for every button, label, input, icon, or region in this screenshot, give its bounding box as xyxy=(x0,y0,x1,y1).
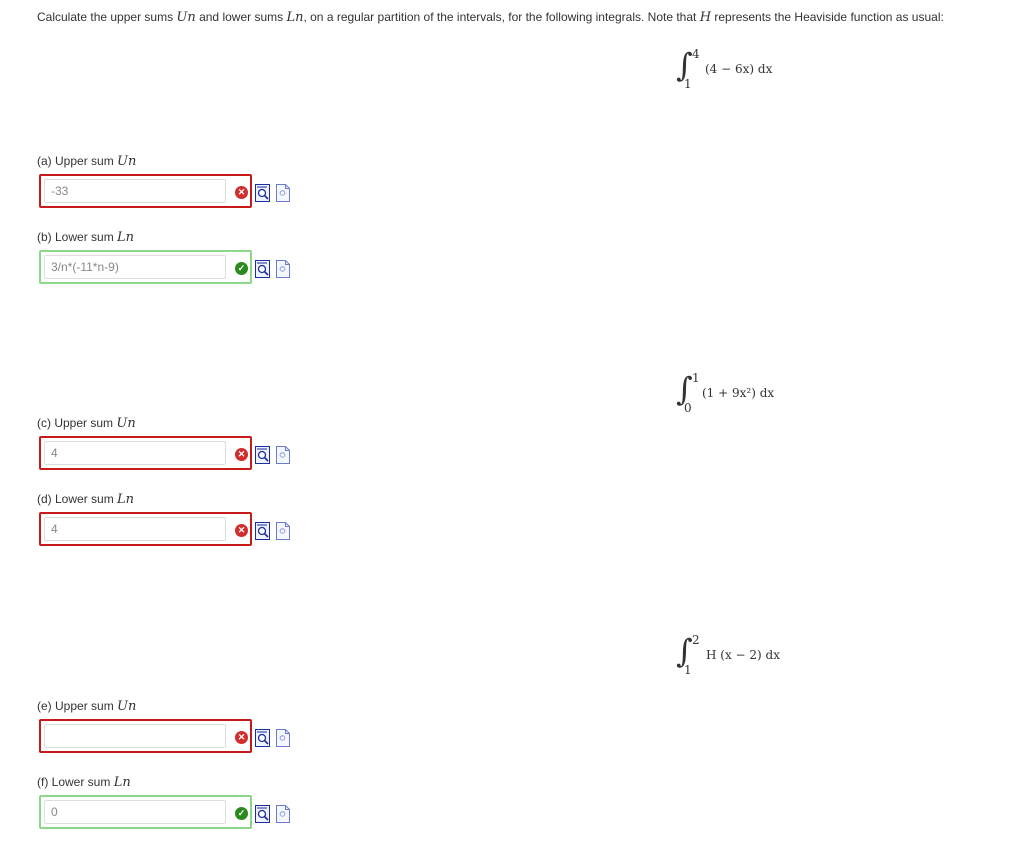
checkmark-icon: ✓ xyxy=(235,262,248,275)
error-x-icon: ✕ xyxy=(235,186,248,199)
error-x-icon: ✕ xyxy=(235,731,248,744)
question-f-label: (f) Lower sum Ln xyxy=(37,775,131,790)
document-icon[interactable] xyxy=(275,184,291,202)
preview-magnifier-icon[interactable] xyxy=(255,446,271,464)
document-icon[interactable] xyxy=(275,260,291,278)
document-icon[interactable] xyxy=(275,805,291,823)
preview-magnifier-icon[interactable] xyxy=(255,729,271,747)
integral-1: ∫ 4 1 (4 − 6x) dx xyxy=(676,47,876,93)
integral-3-integrand: H (x − 2) dx xyxy=(706,648,780,662)
integral-3-lower: 1 xyxy=(684,663,692,677)
answer-input-b[interactable] xyxy=(44,255,226,279)
question-b-text: (b) Lower sum xyxy=(37,230,118,244)
integral-2-upper: 1 xyxy=(692,371,700,385)
answer-box-e xyxy=(39,719,252,753)
integral-2-integrand: (1 + 9x²) dx xyxy=(702,386,775,400)
instructions-text-3: , on a regular partition of the interval… xyxy=(303,10,700,24)
question-a-label: (a) Upper sum Un xyxy=(37,154,136,169)
question-f-text: (f) Lower sum xyxy=(37,775,114,789)
answer-input-f[interactable] xyxy=(44,800,226,824)
integral-3: ∫ 2 1 H (x − 2) dx xyxy=(676,633,876,679)
question-b-label: (b) Lower sum Ln xyxy=(37,230,134,245)
question-a-symbol: Un xyxy=(117,154,137,169)
instructions-text-4: represents the Heaviside function as usu… xyxy=(711,10,944,24)
answer-box-b xyxy=(39,250,252,284)
question-d-label: (d) Lower sum Ln xyxy=(37,492,134,507)
answer-input-d[interactable] xyxy=(44,517,226,541)
preview-magnifier-icon[interactable] xyxy=(255,184,271,202)
answer-box-c xyxy=(39,436,252,470)
integral-1-lower: 1 xyxy=(684,77,692,91)
question-e-text: (e) Upper sum xyxy=(37,699,118,713)
question-a-text: (a) Upper sum xyxy=(37,154,118,168)
question-e-label: (e) Upper sum Un xyxy=(37,699,136,714)
instructions: Calculate the upper sums Un and lower su… xyxy=(37,10,944,25)
answer-input-c[interactable] xyxy=(44,441,226,465)
question-b-symbol: Ln xyxy=(117,230,135,245)
answer-box-a xyxy=(39,174,252,208)
preview-magnifier-icon[interactable] xyxy=(255,805,271,823)
integral-1-integrand: (4 − 6x) dx xyxy=(705,62,773,76)
integral-3-upper: 2 xyxy=(692,633,700,647)
answer-box-d xyxy=(39,512,252,546)
question-d-symbol: Ln xyxy=(117,492,135,507)
lower-sum-symbol: Ln xyxy=(286,10,304,25)
instructions-text-2: and lower sums xyxy=(195,10,287,24)
question-c-symbol: Un xyxy=(116,416,136,431)
integral-2: ∫ 1 0 (1 + 9x²) dx xyxy=(676,371,876,417)
document-icon[interactable] xyxy=(275,522,291,540)
preview-magnifier-icon[interactable] xyxy=(255,260,271,278)
document-icon[interactable] xyxy=(275,729,291,747)
question-c-text: (c) Upper sum xyxy=(37,416,117,430)
question-d-text: (d) Lower sum xyxy=(37,492,118,506)
error-x-icon: ✕ xyxy=(235,524,248,537)
answer-input-e[interactable] xyxy=(44,724,226,748)
document-icon[interactable] xyxy=(275,446,291,464)
answer-input-a[interactable] xyxy=(44,179,226,203)
heaviside-symbol: H xyxy=(699,10,712,25)
question-f-symbol: Ln xyxy=(113,775,131,790)
instructions-text-1: Calculate the upper sums xyxy=(37,10,177,24)
upper-sum-symbol: Un xyxy=(176,10,196,25)
question-e-symbol: Un xyxy=(117,699,137,714)
integral-2-lower: 0 xyxy=(684,401,692,415)
preview-magnifier-icon[interactable] xyxy=(255,522,271,540)
question-c-label: (c) Upper sum Un xyxy=(37,416,136,431)
integral-1-upper: 4 xyxy=(692,47,700,61)
answer-box-f xyxy=(39,795,252,829)
error-x-icon: ✕ xyxy=(235,448,248,461)
checkmark-icon: ✓ xyxy=(235,807,248,820)
